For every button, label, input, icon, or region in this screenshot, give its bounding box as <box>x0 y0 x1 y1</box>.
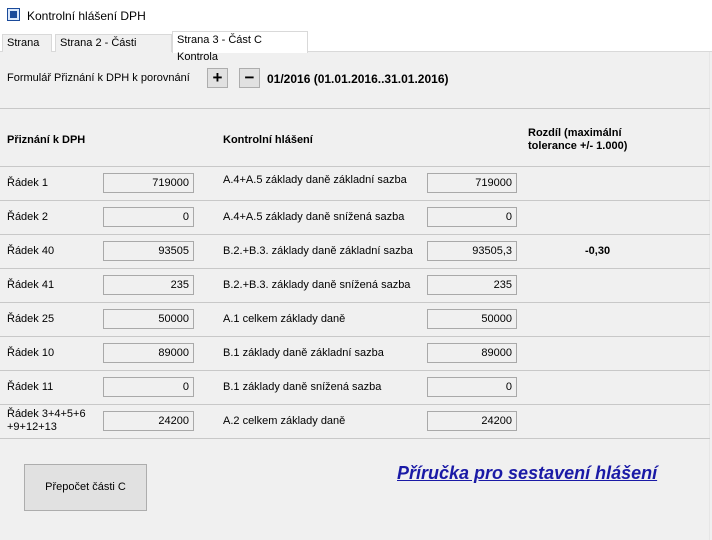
header-rozdil-line1: Rozdíl (maximální <box>528 127 622 139</box>
dph-value-field[interactable]: 0 <box>103 377 194 397</box>
kh-label: B.2.+B.3. základy daně snížená sazba <box>223 279 411 291</box>
kh-label: B.1 základy daně snížená sazba <box>223 381 382 393</box>
dph-value-field[interactable]: 89000 <box>103 343 194 363</box>
app-icon <box>7 8 20 21</box>
row-divider <box>0 336 710 337</box>
row-divider <box>0 268 710 269</box>
row-divider <box>0 438 710 439</box>
row-divider <box>0 370 710 371</box>
dph-value-field[interactable]: 24200 <box>103 411 194 431</box>
row-divider <box>0 234 710 235</box>
dph-value-field[interactable]: 93505 <box>103 241 194 261</box>
title-bar: Kontrolní hlášení DPH <box>0 0 712 31</box>
row-divider <box>0 302 710 303</box>
kh-value-field[interactable]: 0 <box>427 207 517 227</box>
kh-label: A.1 celkem základy daně <box>223 313 346 325</box>
kh-label: B.2.+B.3. základy daně základní sazba <box>223 245 413 257</box>
kh-label: A.4+A.5 základy daně základní sazba <box>223 174 407 186</box>
dph-value-field[interactable]: 50000 <box>103 309 194 329</box>
kh-label: A.4+A.5 základy daně snížená sazba <box>223 211 405 223</box>
tab-strana-2[interactable]: Strana 2 - Části A1..B3 <box>55 34 172 66</box>
plus-icon[interactable]: + <box>207 68 228 88</box>
dph-value-field[interactable]: 0 <box>103 207 194 227</box>
window-title: Kontrolní hlášení DPH <box>27 9 146 23</box>
divider <box>0 166 710 167</box>
kh-label: A.2 celkem základy daně <box>223 415 346 427</box>
dph-value-field[interactable]: 719000 <box>103 173 194 193</box>
tab-strana-1[interactable]: Strana 1 <box>2 34 52 66</box>
manual-link[interactable]: Příručka pro sestavení hlášení <box>397 463 657 484</box>
kh-value-field[interactable]: 235 <box>427 275 517 295</box>
kh-value-field[interactable]: 89000 <box>427 343 517 363</box>
row-label-line1: Řádek 3+4+5+6 <box>7 408 86 420</box>
kh-value-field[interactable]: 93505,3 <box>427 241 517 261</box>
row-label: Řádek 11 <box>7 381 54 393</box>
tab-strip: Strana 1 Strana 2 - Části A1..B3 Strana … <box>0 31 712 66</box>
row-label: Řádek 40 <box>7 245 55 257</box>
row-label: Řádek 41 <box>7 279 55 291</box>
diff-value: -0,30 <box>585 245 611 257</box>
divider <box>0 108 710 109</box>
header-rozdil-line2: tolerance +/- 1.000) <box>528 140 628 152</box>
kh-value-field[interactable]: 50000 <box>427 309 517 329</box>
panel-right-border <box>709 52 710 540</box>
compare-form-label: Formulář Přiznání k DPH k porovnání <box>7 72 190 84</box>
row-divider <box>0 200 710 201</box>
recalc-button[interactable]: Přepočet části C <box>24 464 147 511</box>
period-label: 01/2016 (01.01.2016..31.01.2016) <box>267 72 449 86</box>
kh-value-field[interactable]: 719000 <box>427 173 517 193</box>
tab-strana-3[interactable]: Strana 3 - Část C Kontrola <box>172 31 308 63</box>
dph-value-field[interactable]: 235 <box>103 275 194 295</box>
header-priznani: Přiznání k DPH <box>7 134 86 146</box>
kh-value-field[interactable]: 24200 <box>427 411 517 431</box>
kh-label: B.1 základy daně základní sazba <box>223 347 384 359</box>
header-kontrolni: Kontrolní hlášení <box>223 134 313 146</box>
row-label-line2: +9+12+13 <box>7 421 57 433</box>
row-label: Řádek 10 <box>7 347 55 359</box>
row-label: Řádek 25 <box>7 313 55 325</box>
kh-value-field[interactable]: 0 <box>427 377 517 397</box>
minus-icon[interactable]: − <box>239 68 260 88</box>
row-divider <box>0 404 710 405</box>
row-label: Řádek 1 <box>7 177 48 189</box>
row-label: Řádek 2 <box>7 211 48 223</box>
